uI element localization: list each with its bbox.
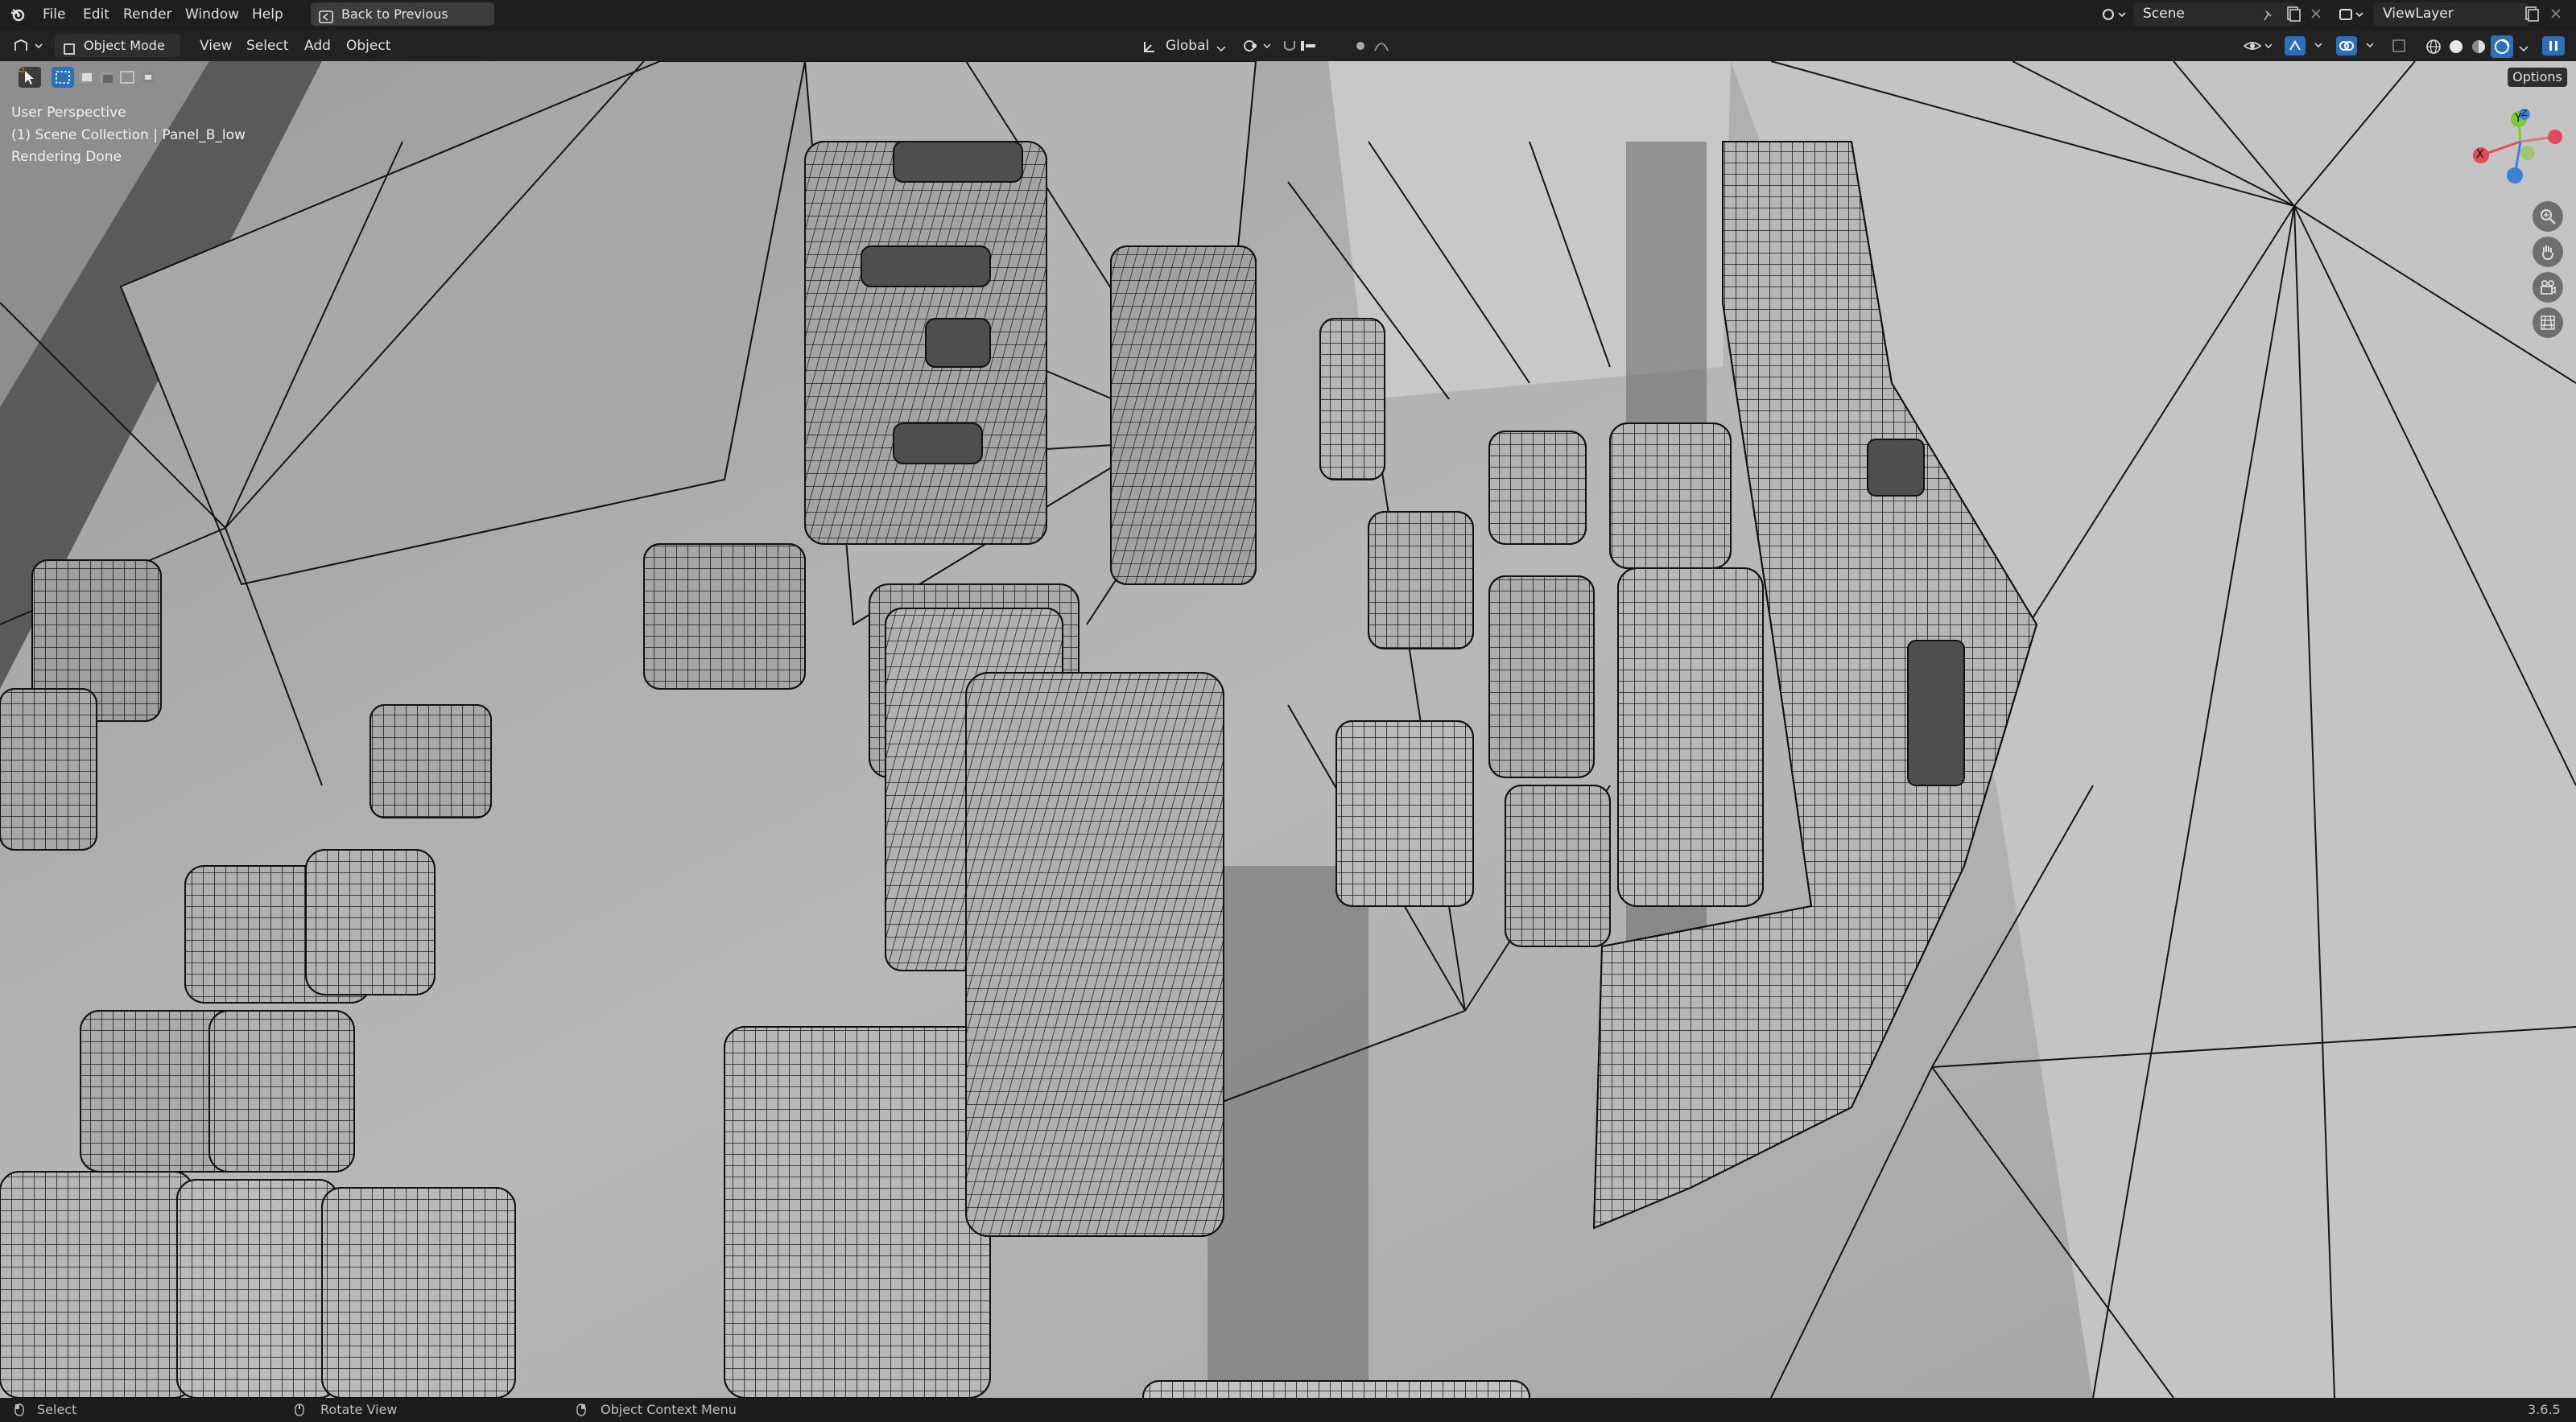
grid-icon <box>2539 314 2557 332</box>
xray-icon[interactable] <box>2391 38 2409 54</box>
scene-name: Scene <box>2143 6 2185 22</box>
collection-label: (1) Scene Collection | Panel_B_low <box>11 127 246 143</box>
status-context-menu: Object Context Menu <box>601 1402 737 1417</box>
zoom-icon <box>2539 208 2557 225</box>
gizmo-x-label: X <box>2476 148 2484 161</box>
top-bar: File Edit Render Window Help Back to Pre… <box>0 0 2576 29</box>
pan-hand-icon <box>2539 243 2557 261</box>
viewport-header: Object Mode View Select Add Object Globa… <box>0 31 2576 61</box>
mouse-middle-icon <box>295 1403 304 1416</box>
close-view-layer-icon[interactable] <box>2549 6 2563 21</box>
back-icon <box>319 7 333 23</box>
chevron-down-icon[interactable] <box>1216 42 1227 52</box>
menu-select[interactable]: Select <box>246 31 288 61</box>
camera-view-button[interactable] <box>2533 272 2563 303</box>
status-select: Select <box>37 1402 77 1417</box>
visibility-icon[interactable] <box>2243 38 2275 54</box>
mouse-icon <box>14 1403 24 1416</box>
render-status-label: Rendering Done <box>11 149 122 165</box>
pan-button[interactable] <box>2533 237 2563 267</box>
view-layer-icon[interactable] <box>2339 6 2368 23</box>
options-dropdown[interactable]: Options <box>2508 68 2567 87</box>
transform-orientation-label[interactable]: Global <box>1166 31 1209 61</box>
pause-render-icon[interactable] <box>2542 36 2565 56</box>
select-box-icon[interactable] <box>52 66 164 89</box>
status-bar: Select Rotate View Object Context Menu 3… <box>0 1398 2576 1422</box>
mode-dropdown[interactable]: Object Mode <box>55 34 180 57</box>
menu-add[interactable]: Add <box>304 31 331 61</box>
back-button-label: Back to Previous <box>341 6 448 22</box>
new-view-layer-icon[interactable] <box>2523 5 2541 23</box>
snap-icon[interactable] <box>1282 38 1322 54</box>
proportional-icon[interactable] <box>1352 38 1409 54</box>
perspective-label: User Perspective <box>11 105 126 121</box>
scene-field[interactable]: Scene <box>2133 2 2296 26</box>
zoom-button[interactable] <box>2533 201 2563 232</box>
shading-chevron-icon[interactable] <box>2518 42 2529 52</box>
select-tool-icon[interactable] <box>18 66 42 89</box>
menu-file[interactable]: File <box>43 0 65 29</box>
version-label: 3.6.5 <box>2528 1402 2561 1417</box>
solid-shading-icon[interactable] <box>2447 38 2465 56</box>
material-shading-icon[interactable] <box>2470 38 2487 56</box>
transform-orientation-icon[interactable] <box>1141 39 1158 55</box>
camera-icon <box>2539 278 2557 296</box>
gizmo-z-label: Z <box>2521 108 2528 118</box>
new-scene-icon[interactable] <box>2285 5 2302 23</box>
view-layer-name: ViewLayer <box>2383 6 2454 22</box>
editor-type-icon[interactable] <box>13 38 47 54</box>
menu-edit[interactable]: Edit <box>83 0 109 29</box>
mode-icon <box>63 39 76 55</box>
status-rotate: Rotate View <box>320 1402 398 1417</box>
menu-render[interactable]: Render <box>123 0 172 29</box>
pin-icon[interactable] <box>2262 7 2275 21</box>
mouse-right-icon <box>576 1403 586 1416</box>
rendered-shading-icon[interactable] <box>2491 35 2513 58</box>
viewport-render <box>0 61 2576 1398</box>
menu-view[interactable]: View <box>200 31 232 61</box>
menu-help[interactable]: Help <box>252 0 283 29</box>
back-to-previous-button[interactable]: Back to Previous <box>311 2 494 26</box>
mode-label: Object Mode <box>84 38 165 53</box>
overlay-icon[interactable] <box>2336 36 2384 56</box>
view-layer-field[interactable]: ViewLayer <box>2373 2 2528 26</box>
close-scene-icon[interactable] <box>2309 6 2323 21</box>
3d-viewport[interactable]: User Perspective (1) Scene Collection | … <box>0 61 2576 1398</box>
gizmo-icon[interactable] <box>2285 36 2333 56</box>
menu-object[interactable]: Object <box>346 31 390 61</box>
tool-header: Options <box>0 61 2576 93</box>
options-label: Options <box>2512 69 2562 84</box>
wireframe-shading-icon[interactable] <box>2425 38 2442 56</box>
blender-logo-icon[interactable] <box>10 6 26 23</box>
navigation-gizmo[interactable]: X Y Z <box>2468 108 2573 190</box>
ortho-toggle-button[interactable] <box>2533 307 2563 338</box>
pivot-icon[interactable] <box>1241 38 1274 54</box>
menu-window[interactable]: Window <box>185 0 239 29</box>
scene-icon[interactable] <box>2101 6 2130 23</box>
